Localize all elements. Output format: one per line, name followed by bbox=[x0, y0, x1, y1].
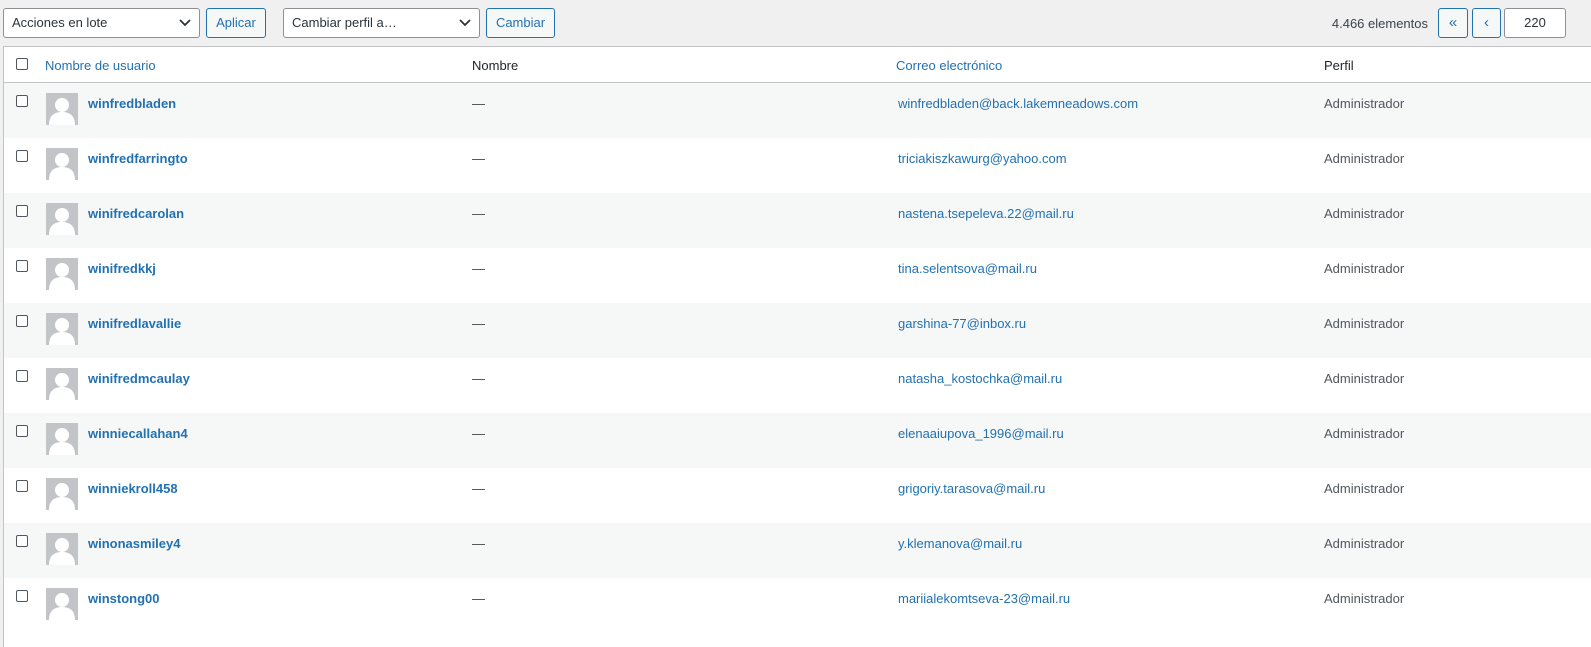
row-checkbox[interactable] bbox=[16, 260, 28, 272]
row-checkbox[interactable] bbox=[16, 315, 28, 327]
table-header: Nombre de usuario Nombre Correo electrón… bbox=[4, 47, 1591, 83]
name-cell: — bbox=[472, 371, 485, 386]
username-link[interactable]: winniecallahan4 bbox=[88, 426, 188, 441]
role-cell: Administrador bbox=[1324, 151, 1405, 166]
email-link[interactable]: mariialekomtseva-23@mail.ru bbox=[898, 591, 1070, 606]
table-row: winifredlavallie — garshina-77@inbox.ru Adm… bbox=[4, 303, 1591, 358]
prev-page-button[interactable]: ‹ bbox=[1472, 8, 1501, 38]
email-link[interactable]: winfredbladen@back.lakemneadows.com bbox=[898, 96, 1138, 111]
email-link[interactable]: natasha_kostochka@mail.ru bbox=[898, 371, 1062, 386]
username-link[interactable]: winstong00 bbox=[88, 591, 160, 606]
default-avatar-icon bbox=[46, 203, 78, 235]
apply-button[interactable]: Aplicar bbox=[206, 8, 266, 38]
select-all-checkbox[interactable] bbox=[16, 58, 28, 70]
name-cell: — bbox=[472, 316, 485, 331]
chevron-down-icon bbox=[179, 19, 191, 27]
email-link[interactable]: nastena.tsepeleva.22@mail.ru bbox=[898, 206, 1074, 221]
name-cell: — bbox=[472, 591, 485, 606]
name-cell: — bbox=[472, 151, 485, 166]
role-cell: Administrador bbox=[1324, 426, 1405, 441]
column-name: Nombre bbox=[472, 58, 519, 73]
change-role-select[interactable]: Cambiar perfil a… bbox=[283, 8, 480, 38]
email-link[interactable]: garshina-77@inbox.ru bbox=[898, 316, 1026, 331]
first-page-button[interactable]: « bbox=[1438, 8, 1468, 38]
table-row: winfredfarringto — triciakiszkawurg@yahoo.… bbox=[4, 138, 1591, 193]
bulk-actions-label: Acciones en lote bbox=[12, 15, 108, 30]
row-checkbox[interactable] bbox=[16, 95, 28, 107]
role-cell: Administrador bbox=[1324, 96, 1405, 111]
row-checkbox[interactable] bbox=[16, 370, 28, 382]
username-link[interactable]: winonasmiley4 bbox=[88, 536, 180, 551]
change-role-label: Cambiar perfil a… bbox=[292, 15, 397, 30]
email-link[interactable]: tina.selentsova@mail.ru bbox=[898, 261, 1037, 276]
default-avatar-icon bbox=[46, 533, 78, 565]
table-row: winniecallahan4 — elenaaiupova_1996@mail.r… bbox=[4, 413, 1591, 468]
users-table: Nombre de usuario Nombre Correo electrón… bbox=[3, 46, 1591, 647]
role-cell: Administrador bbox=[1324, 371, 1405, 386]
column-username[interactable]: Nombre de usuario bbox=[45, 58, 156, 73]
username-link[interactable]: winifredmcaulay bbox=[88, 371, 190, 386]
row-checkbox[interactable] bbox=[16, 205, 28, 217]
default-avatar-icon bbox=[46, 423, 78, 455]
table-row: winifredmcaulay — natasha_kostochka@mail.r… bbox=[4, 358, 1591, 413]
row-checkbox[interactable] bbox=[16, 425, 28, 437]
items-count: 4.466 elementos bbox=[1331, 16, 1428, 31]
chevron-down-icon bbox=[459, 19, 471, 27]
change-button[interactable]: Cambiar bbox=[486, 8, 555, 38]
row-checkbox[interactable] bbox=[16, 590, 28, 602]
username-link[interactable]: winifredcarolan bbox=[88, 206, 184, 221]
default-avatar-icon bbox=[46, 368, 78, 400]
name-cell: — bbox=[472, 481, 485, 496]
table-row: winonasmiley4 — y.klemanova@mail.ru Adminis… bbox=[4, 523, 1591, 578]
default-avatar-icon bbox=[46, 148, 78, 180]
username-link[interactable]: winfredfarringto bbox=[88, 151, 188, 166]
role-cell: Administrador bbox=[1324, 536, 1405, 551]
username-link[interactable]: winifredkkj bbox=[88, 261, 156, 276]
name-cell: — bbox=[472, 536, 485, 551]
column-email[interactable]: Correo electrónico bbox=[896, 58, 1002, 73]
email-link[interactable]: elenaaiupova_1996@mail.ru bbox=[898, 426, 1064, 441]
column-role: Perfil bbox=[1324, 58, 1354, 73]
role-cell: Administrador bbox=[1324, 206, 1405, 221]
name-cell: — bbox=[472, 206, 485, 221]
name-cell: — bbox=[472, 261, 485, 276]
table-row: winifredcarolan — nastena.tsepeleva.22@mai… bbox=[4, 193, 1591, 248]
table-row: winfredbladen — winfredbladen@back.lakemne… bbox=[4, 83, 1591, 138]
email-link[interactable]: grigoriy.tarasova@mail.ru bbox=[898, 481, 1045, 496]
name-cell: — bbox=[472, 426, 485, 441]
username-link[interactable]: winfredbladen bbox=[88, 96, 176, 111]
email-link[interactable]: y.klemanova@mail.ru bbox=[898, 536, 1022, 551]
username-link[interactable]: winniekroll458 bbox=[88, 481, 178, 496]
default-avatar-icon bbox=[46, 93, 78, 125]
tablenav-top: Acciones en lote Aplicar Cambiar perfil … bbox=[0, 0, 1591, 46]
username-link[interactable]: winifredlavallie bbox=[88, 316, 181, 331]
role-cell: Administrador bbox=[1324, 316, 1405, 331]
default-avatar-icon bbox=[46, 478, 78, 510]
row-checkbox[interactable] bbox=[16, 535, 28, 547]
default-avatar-icon bbox=[46, 258, 78, 290]
role-cell: Administrador bbox=[1324, 481, 1405, 496]
row-checkbox[interactable] bbox=[16, 150, 28, 162]
role-cell: Administrador bbox=[1324, 591, 1405, 606]
current-page-input[interactable]: 220 bbox=[1504, 8, 1566, 38]
table-row: winstong00 — mariialekomtseva-23@mail.ru Ad… bbox=[4, 578, 1591, 633]
table-row: winniekroll458 — grigoriy.tarasova@mail.ru… bbox=[4, 468, 1591, 523]
row-checkbox[interactable] bbox=[16, 480, 28, 492]
name-cell: — bbox=[472, 96, 485, 111]
email-link[interactable]: triciakiszkawurg@yahoo.com bbox=[898, 151, 1067, 166]
bulk-actions-select[interactable]: Acciones en lote bbox=[3, 8, 200, 38]
default-avatar-icon bbox=[46, 313, 78, 345]
default-avatar-icon bbox=[46, 588, 78, 620]
role-cell: Administrador bbox=[1324, 261, 1405, 276]
table-row: winifredkkj — tina.selentsova@mail.ru Admin… bbox=[4, 248, 1591, 303]
